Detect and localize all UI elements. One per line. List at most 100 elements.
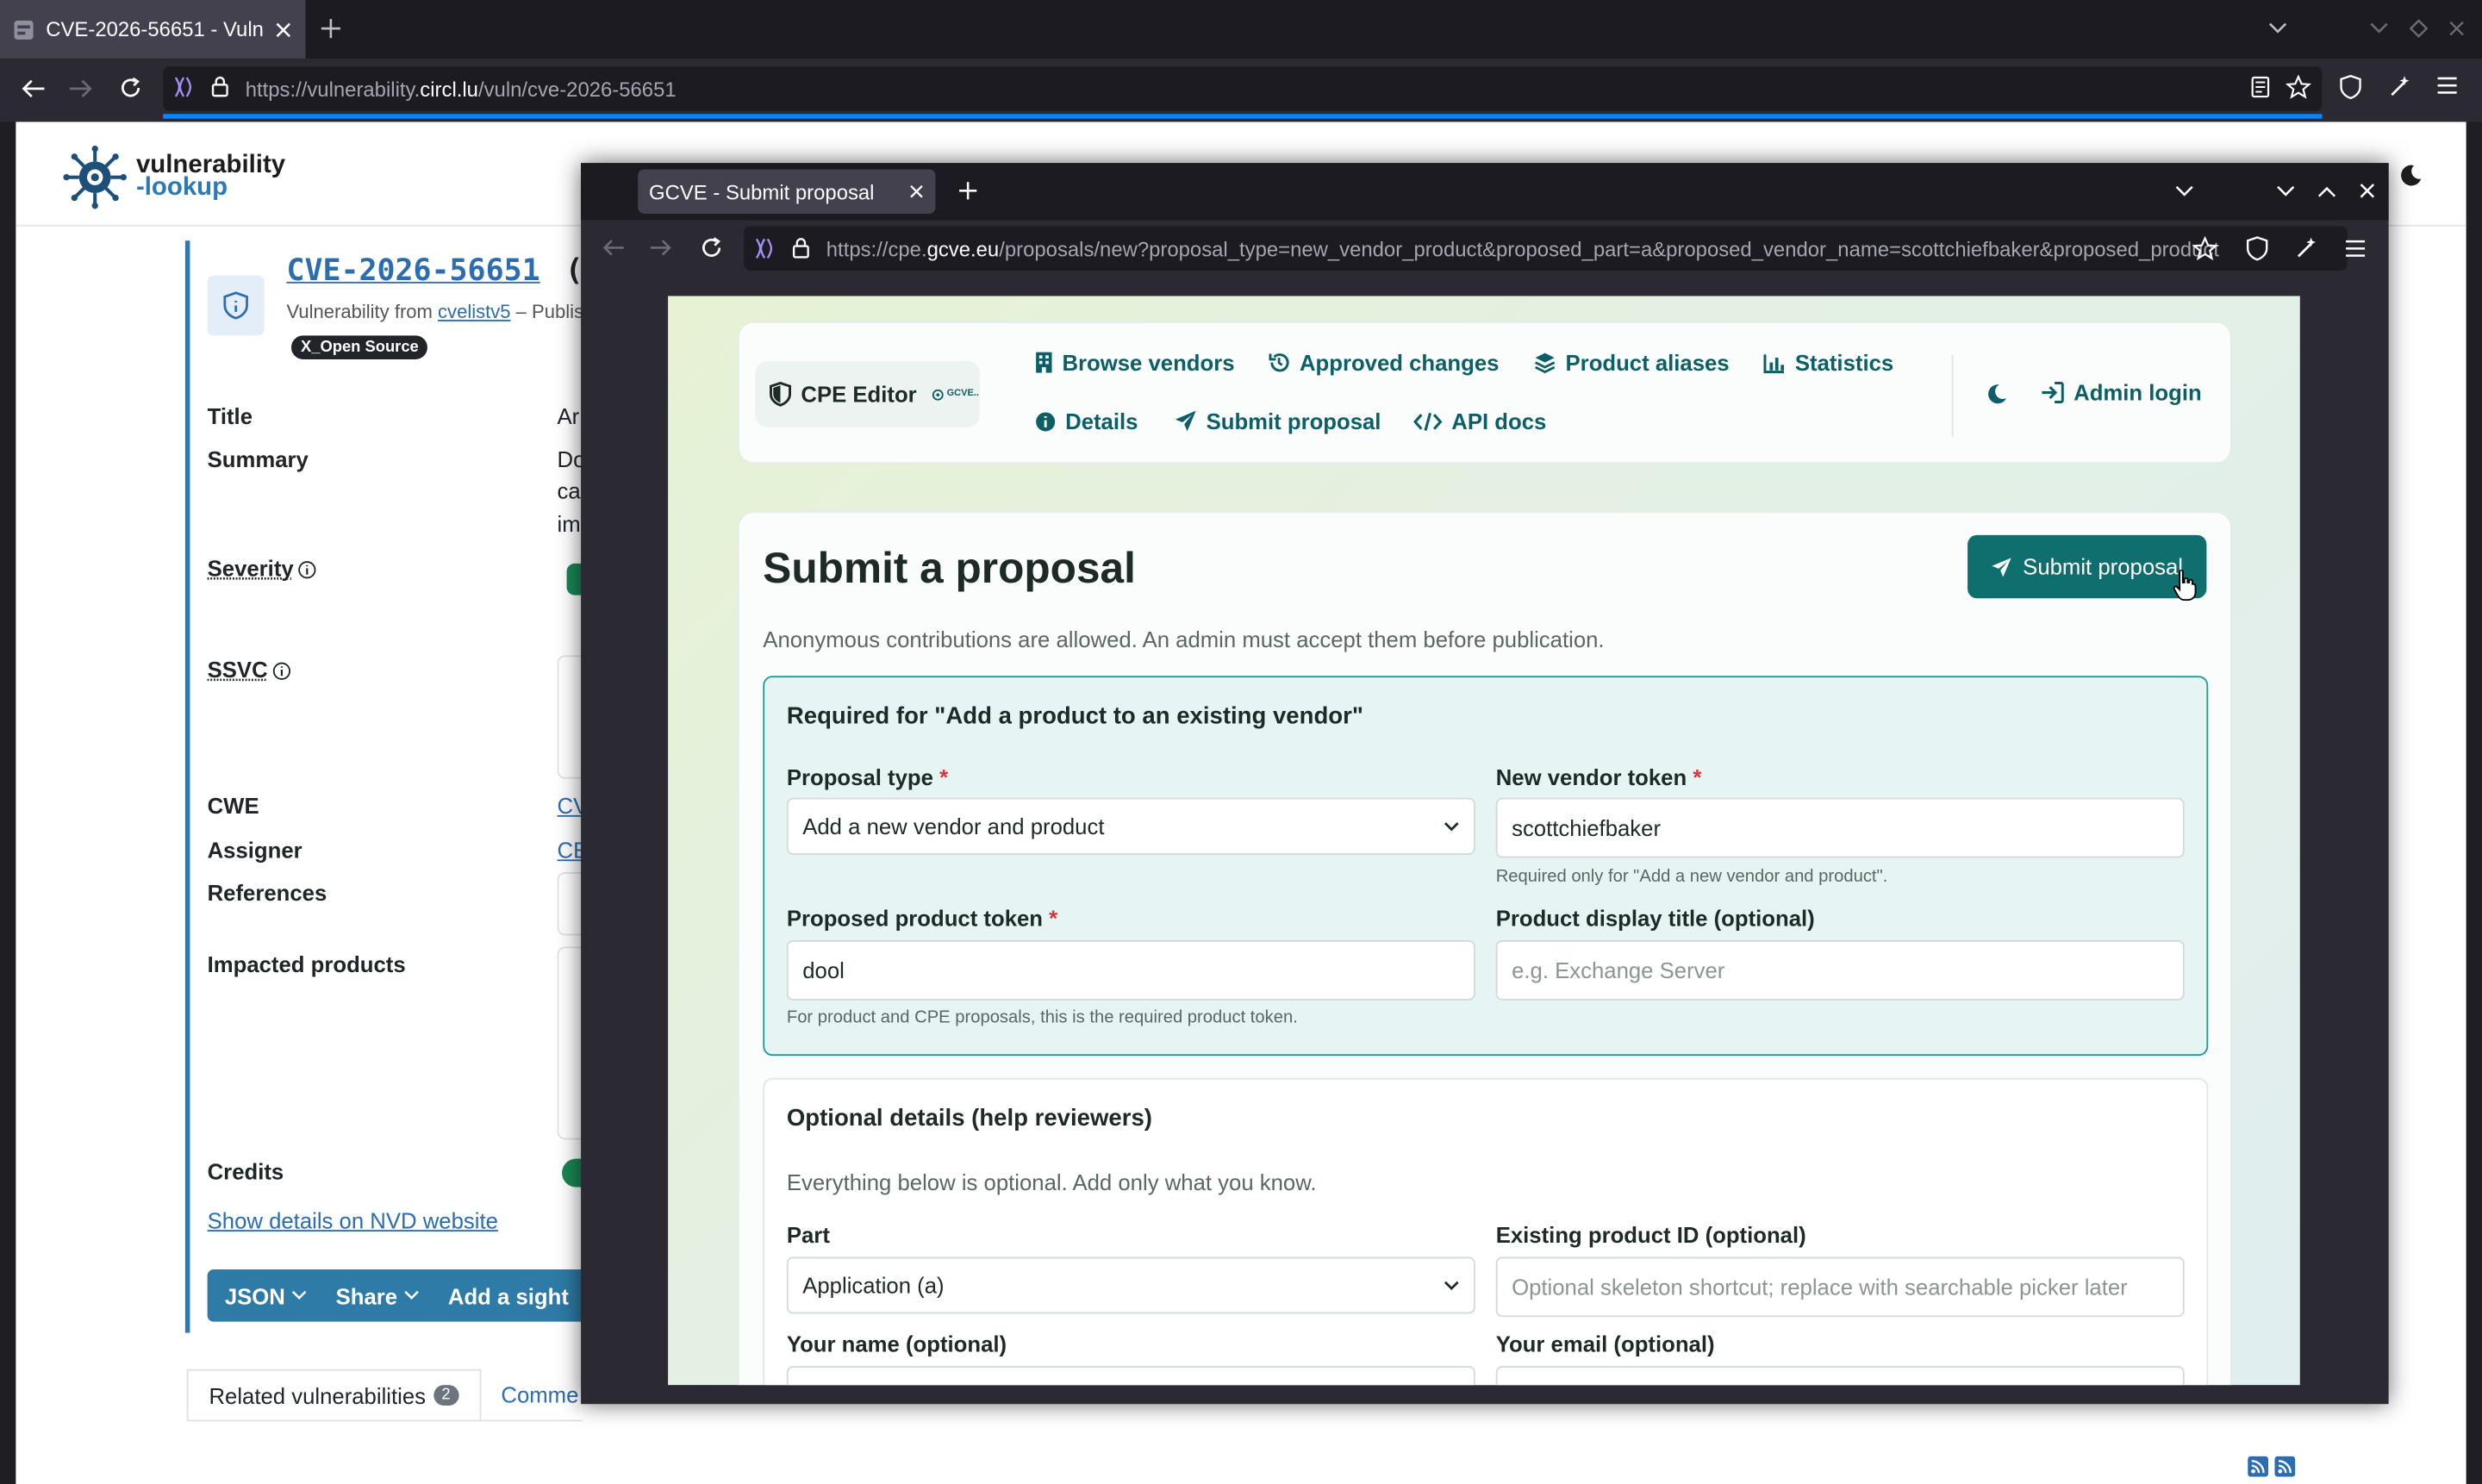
- new-tab-icon[interactable]: [957, 180, 978, 201]
- close-tab-icon[interactable]: [908, 184, 924, 199]
- atom-feed-icon[interactable]: [2274, 1456, 2296, 1477]
- existing-product-id-input[interactable]: Optional skeleton shortcut; replace with…: [1495, 1256, 2185, 1318]
- label-assigner: Assigner: [207, 837, 302, 864]
- shield-icon[interactable]: [2246, 236, 2268, 261]
- json-dropdown[interactable]: JSON: [225, 1283, 308, 1308]
- virus-logo-icon: [63, 145, 127, 209]
- existing-product-id-placeholder: Optional skeleton shortcut; replace with…: [1512, 1274, 2128, 1300]
- cve-shield-badge: [207, 275, 265, 336]
- tracking-protection-icon[interactable]: [753, 238, 776, 260]
- forward-icon[interactable]: [649, 238, 673, 259]
- your-email-input[interactable]: [1495, 1366, 2185, 1386]
- share-dropdown[interactable]: Share: [336, 1283, 420, 1308]
- proposal-type-label-text: Proposal type: [786, 764, 933, 790]
- value-summary-2: ca: [557, 477, 581, 504]
- shield-logo-icon: [770, 381, 792, 407]
- display-title-placeholder: e.g. Exchange Server: [1512, 957, 1725, 983]
- nav-divider: [1951, 354, 1954, 437]
- ssvc-info-icon[interactable]: [272, 662, 291, 681]
- theme-toggle-moon-icon[interactable]: [1986, 383, 2007, 405]
- menu-icon[interactable]: [2344, 239, 2367, 258]
- severity-info-icon[interactable]: [297, 560, 316, 579]
- extensions-sparkle-icon[interactable]: [2293, 236, 2318, 261]
- minimize-window-icon[interactable]: [2274, 184, 2297, 199]
- maximize-window-icon[interactable]: [2316, 184, 2338, 199]
- vulnerability-lookup-logo[interactable]: vulnerability -lookup: [63, 145, 285, 209]
- label-severity[interactable]: Severity: [208, 556, 294, 581]
- nvd-details-link[interactable]: Show details on NVD website: [208, 1207, 498, 1232]
- display-title-input[interactable]: e.g. Exchange Server: [1495, 940, 2185, 1001]
- dark-mode-moon-icon[interactable]: [2398, 163, 2423, 188]
- layers-icon: [1534, 352, 1556, 374]
- vendor-token-label: New vendor token *: [1496, 764, 1702, 789]
- tab-list-chevron-icon[interactable]: [2267, 21, 2289, 36]
- cve-id-link[interactable]: CVE-2026-56651: [286, 253, 539, 288]
- nav-admin-login[interactable]: Admin login: [2041, 380, 2202, 405]
- label-ssvc[interactable]: SSVC: [208, 657, 268, 682]
- minimize-window-icon[interactable]: [2368, 21, 2391, 36]
- related-tabs: Related vulnerabilities 2 Comme: [186, 1368, 600, 1421]
- tab-list-chevron-icon[interactable]: [2173, 184, 2196, 199]
- building-icon: [1035, 352, 1052, 374]
- cpe-editor-brand[interactable]: CPE Editor GCVE..: [755, 360, 980, 427]
- nav-statistics-label: Statistics: [1794, 349, 1894, 376]
- vendor-token-input[interactable]: scottchiefbaker: [1495, 797, 2185, 858]
- nav-submit-proposal[interactable]: Submit proposal: [1175, 408, 1381, 433]
- nav-api-docs[interactable]: API docs: [1413, 408, 1546, 433]
- tracking-protection-icon[interactable]: [172, 76, 195, 98]
- back-icon[interactable]: [21, 78, 46, 100]
- product-token-input[interactable]: dool: [786, 940, 1475, 1001]
- tab-related-label: Related vulnerabilities: [209, 1382, 427, 1408]
- reader-view-icon[interactable]: [2249, 76, 2272, 98]
- vendor-token-label-text: New vendor token: [1495, 764, 1687, 790]
- label-summary: Summary: [207, 446, 309, 472]
- outer-url-domain: circl.lu: [420, 77, 478, 101]
- bookmark-star-icon[interactable]: [2192, 235, 2218, 261]
- back-icon[interactable]: [602, 238, 626, 259]
- nav-approved-changes[interactable]: Approved changes: [1268, 350, 1499, 375]
- nav-statistics[interactable]: Statistics: [1763, 350, 1893, 375]
- inner-tab-active[interactable]: GCVE - Submit proposal: [638, 169, 936, 214]
- submit-proposal-panel: Submit a proposal Submit proposal Anonym…: [737, 511, 2232, 1386]
- bar-chart-icon: [1763, 352, 1786, 373]
- nav-details[interactable]: Details: [1035, 408, 1138, 433]
- nav-submit-proposal-label: Submit proposal: [1206, 408, 1381, 434]
- reload-icon[interactable]: [119, 76, 143, 100]
- shield-icon[interactable]: [2340, 74, 2362, 100]
- close-tab-icon[interactable]: [274, 20, 293, 39]
- label-impacted-products: Impacted products: [207, 951, 406, 977]
- code-icon: [1413, 411, 1443, 432]
- label-title: Title: [207, 403, 253, 429]
- lock-icon[interactable]: [791, 236, 810, 260]
- restore-window-icon[interactable]: [2409, 19, 2429, 38]
- submit-proposal-button[interactable]: Submit proposal: [1968, 534, 2207, 599]
- rss-feed-icon[interactable]: [2248, 1456, 2269, 1477]
- forward-icon[interactable]: [68, 78, 93, 100]
- nav-browse-vendors[interactable]: Browse vendors: [1035, 350, 1235, 375]
- proposal-type-select[interactable]: Add a new vendor and product: [786, 797, 1475, 855]
- inner-tab-title: GCVE - Submit proposal: [649, 179, 875, 204]
- nav-details-label: Details: [1065, 408, 1138, 434]
- chevron-down-icon: [291, 1290, 307, 1301]
- proposal-type-value: Add a new vendor and product: [802, 814, 1105, 839]
- outer-url-bar[interactable]: https://vulnerability. circl.lu/vuln/cve-…: [163, 66, 2323, 111]
- lock-icon[interactable]: [210, 74, 229, 98]
- bookmark-star-icon[interactable]: [2286, 74, 2311, 99]
- close-window-icon[interactable]: [2448, 19, 2466, 38]
- close-window-icon[interactable]: [2359, 182, 2376, 199]
- reload-icon[interactable]: [700, 236, 724, 260]
- extensions-sparkle-icon[interactable]: [2387, 74, 2412, 99]
- inner-url-bar[interactable]: https://cpe. gcve.eu/proposals/new?propos…: [744, 226, 2348, 271]
- part-select[interactable]: Application (a): [786, 1256, 1475, 1314]
- nav-product-aliases[interactable]: Product aliases: [1534, 350, 1730, 375]
- source-link[interactable]: cvelistv5: [438, 301, 511, 323]
- outer-tab-active[interactable]: CVE-2026-56651 - Vulnera: [0, 0, 306, 59]
- tab-related-vulnerabilities[interactable]: Related vulnerabilities 2: [186, 1368, 481, 1421]
- add-sighting-button[interactable]: Add a sight: [448, 1283, 569, 1308]
- history-icon: [1268, 352, 1290, 374]
- mouse-cursor-icon: [2172, 570, 2197, 602]
- menu-icon[interactable]: [2436, 76, 2459, 95]
- paper-plane-icon: [1175, 410, 1197, 433]
- your-name-input[interactable]: [786, 1366, 1475, 1386]
- new-tab-icon[interactable]: [320, 17, 342, 40]
